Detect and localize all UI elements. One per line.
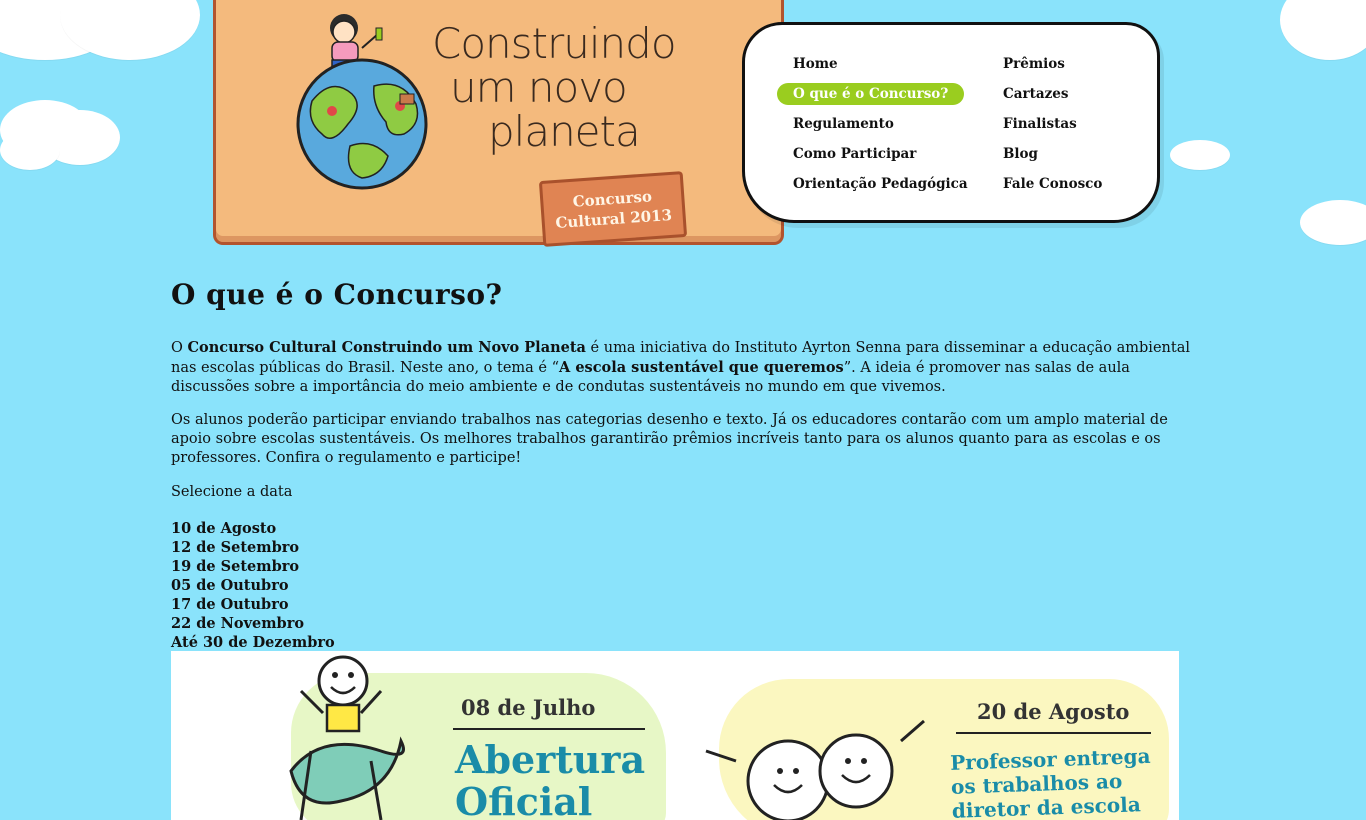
p1-bold-contest: Concurso Cultural Construindo um Novo Pl…: [187, 339, 586, 356]
two-kids-illustration: [696, 711, 936, 820]
panel-2-divider: [956, 732, 1151, 734]
date-list: 10 de Agosto 12 de Setembro 19 de Setemb…: [171, 519, 335, 652]
panel-1-divider: [453, 728, 645, 730]
panel-2-date: 20 de Agosto: [977, 699, 1130, 724]
date-item[interactable]: 17 de Outubro: [171, 595, 335, 614]
nav-item-orientacao[interactable]: Orientação Pedagógica: [793, 176, 968, 192]
main-nav: Home O que é o Concurso? Regulamento Com…: [742, 22, 1160, 223]
participation-paragraph: Os alunos poderão participar enviando tr…: [171, 412, 1168, 466]
date-item[interactable]: 19 de Setembro: [171, 557, 335, 576]
date-item[interactable]: Até 30 de Dezembro: [171, 633, 335, 652]
timeline-banner: 08 de Julho Abertura Oficial 20 de Agost…: [171, 651, 1179, 820]
nav-item-cartazes[interactable]: Cartazes: [1003, 86, 1068, 102]
nav-item-blog[interactable]: Blog: [1003, 146, 1038, 162]
contest-badge: Concurso Cultural 2013: [538, 171, 688, 247]
p1-bold-theme: A escola sustentável que queremos: [559, 359, 844, 376]
logo-line-1: Construindo: [432, 19, 677, 68]
panel-2-title: Professor entrega os trabalhos ao direto…: [949, 743, 1151, 820]
logo-line-2: um novo: [450, 63, 628, 112]
kid-dolphin-illustration: [261, 651, 431, 820]
globe-illustration: [292, 6, 442, 191]
nav-item-finalistas[interactable]: Finalistas: [1003, 116, 1077, 132]
main-content: O que é o Concurso? O Concurso Cultural …: [171, 278, 1201, 651]
nav-item-regulamento[interactable]: Regulamento: [793, 116, 894, 132]
nav-item-home[interactable]: Home: [793, 56, 838, 72]
nav-item-o-que-e[interactable]: O que é o Concurso?: [777, 83, 965, 105]
panel-1-title: Abertura Oficial: [455, 737, 646, 820]
date-item[interactable]: 10 de Agosto: [171, 519, 335, 538]
date-item[interactable]: 05 de Outubro: [171, 576, 335, 595]
page-title: O que é o Concurso?: [171, 278, 503, 311]
nav-item-fale-conosco[interactable]: Fale Conosco: [1003, 176, 1102, 192]
p1-pre: O: [171, 340, 188, 356]
intro-paragraph: O Concurso Cultural Construindo um Novo …: [171, 338, 1201, 397]
nav-item-como-participar[interactable]: Como Participar: [793, 146, 916, 162]
logo-title[interactable]: Construindo um novo planeta: [432, 22, 702, 154]
date-item[interactable]: 22 de Novembro: [171, 614, 335, 633]
nav-item-premios[interactable]: Prêmios: [1003, 56, 1065, 72]
date-item[interactable]: 12 de Setembro: [171, 538, 335, 557]
select-date-label: Selecione a data: [171, 484, 293, 500]
logo-line-3: planeta: [488, 107, 641, 156]
panel-1-date: 08 de Julho: [461, 695, 596, 720]
